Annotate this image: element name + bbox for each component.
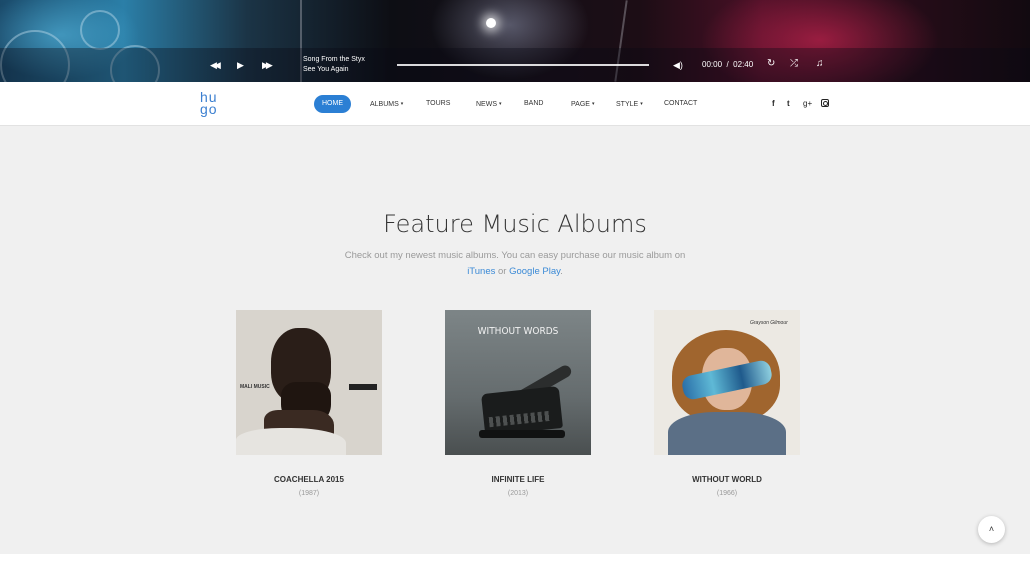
album-card[interactable]: WITHOUT WORDS INFINITE LIFE (2013) <box>445 310 591 497</box>
duration: 02:40 <box>733 60 754 69</box>
album-card[interactable]: MALI MUSIC COACHELLA 2015 (1987) <box>236 310 382 497</box>
repeat-icon[interactable]: ↻ <box>767 59 775 69</box>
nav-label-news: NEWS <box>476 100 497 108</box>
drum-graphic <box>80 10 120 50</box>
playlist-icon[interactable]: ♫ <box>816 59 824 69</box>
seek-bar[interactable] <box>397 64 649 66</box>
album-year: (1987) <box>298 490 320 497</box>
album-title[interactable]: COACHELLA 2015 <box>236 475 382 484</box>
site-logo[interactable]: hu go <box>200 90 224 117</box>
instagram-icon[interactable] <box>821 99 829 107</box>
twitter-icon[interactable]: t <box>787 95 790 113</box>
nav-item-page[interactable]: PAGE ▾ <box>571 95 594 113</box>
typewriter-base-graphic <box>479 430 565 438</box>
shuffle-icon[interactable]: ⤮ <box>790 59 798 69</box>
back-to-top-button[interactable]: ˄ <box>978 516 1005 543</box>
track-info: Song From the Styx See You Again <box>303 55 365 75</box>
nav-label-albums: ALBUMS <box>370 100 399 108</box>
logo-line-2: go <box>200 101 218 117</box>
portrait-shirt-graphic <box>236 428 346 455</box>
main-navbar: hu go HOME ALBUMS ▾ TOURS NEWS ▾ BAND PAGE… <box>0 82 1030 126</box>
nav-label-page: PAGE <box>571 100 590 108</box>
album-cover[interactable]: WITHOUT WORDS <box>445 310 591 455</box>
album-cover[interactable]: MALI MUSIC <box>236 310 382 455</box>
album-year: (1966) <box>716 490 738 497</box>
itunes-link[interactable]: iTunes <box>467 266 495 277</box>
album-cover[interactable]: Grayson Gilmour <box>654 310 800 455</box>
section-title: Feature Music Albums <box>383 210 647 238</box>
track-subtitle: See You Again <box>303 66 349 73</box>
nav-item-news[interactable]: NEWS ▾ <box>476 95 502 113</box>
caret-down-icon: ▾ <box>591 101 595 107</box>
nav-item-tours[interactable]: TOURS <box>426 95 450 113</box>
current-time: 00:00 <box>702 60 723 69</box>
portrait-torso-graphic <box>668 412 786 455</box>
caret-down-icon: ▾ <box>640 101 643 107</box>
album-title[interactable]: INFINITE LIFE <box>445 475 591 484</box>
caret-down-icon: ▾ <box>400 101 404 107</box>
track-title: Song From the Styx <box>303 56 365 63</box>
spotlight-graphic <box>486 18 496 28</box>
nav-item-home[interactable]: HOME <box>314 95 351 113</box>
nav-item-albums[interactable]: ALBUMS ▾ <box>370 95 403 113</box>
time-display: 00:00 / 02:40 <box>702 60 753 70</box>
album-year: (2013) <box>507 490 529 497</box>
previous-track-icon[interactable]: ◀◀ <box>210 60 221 70</box>
section-description: Check out my newest music albums. You ca… <box>0 248 1030 280</box>
nav-item-contact[interactable]: CONTACT <box>664 95 697 113</box>
google-plus-icon[interactable]: g+ <box>803 95 812 113</box>
google-play-link[interactable]: Google Play <box>509 266 560 277</box>
cover-text: WITHOUT WORDS <box>477 326 559 337</box>
facebook-icon[interactable]: f <box>772 95 775 113</box>
featured-albums-section: Feature Music Albums Check out my newest… <box>0 126 1030 554</box>
typewriter-body-graphic <box>481 386 563 436</box>
hero-banner <box>0 0 1030 82</box>
nav-item-band[interactable]: BAND <box>524 95 543 113</box>
album-card[interactable]: Grayson Gilmour WITHOUT WORLD (1966) <box>654 310 800 497</box>
nav-label-style: STYLE <box>616 100 639 108</box>
play-icon[interactable]: ▶ <box>237 60 244 70</box>
volume-icon[interactable]: ◀) <box>673 60 683 70</box>
nav-item-style[interactable]: STYLE ▾ <box>616 95 643 113</box>
next-track-icon[interactable]: ▶▶ <box>262 60 273 70</box>
description-or: or <box>495 266 510 277</box>
album-title[interactable]: WITHOUT WORLD <box>654 475 800 484</box>
cover-text: MALI MUSIC <box>240 384 270 390</box>
cover-text: Grayson Gilmour <box>750 320 788 326</box>
description-text: Check out my newest music albums. You ca… <box>344 250 686 261</box>
cover-label-bar <box>349 384 377 390</box>
time-separator: / <box>726 60 729 69</box>
caret-down-icon: ▾ <box>499 101 502 107</box>
description-end: . <box>560 266 563 277</box>
